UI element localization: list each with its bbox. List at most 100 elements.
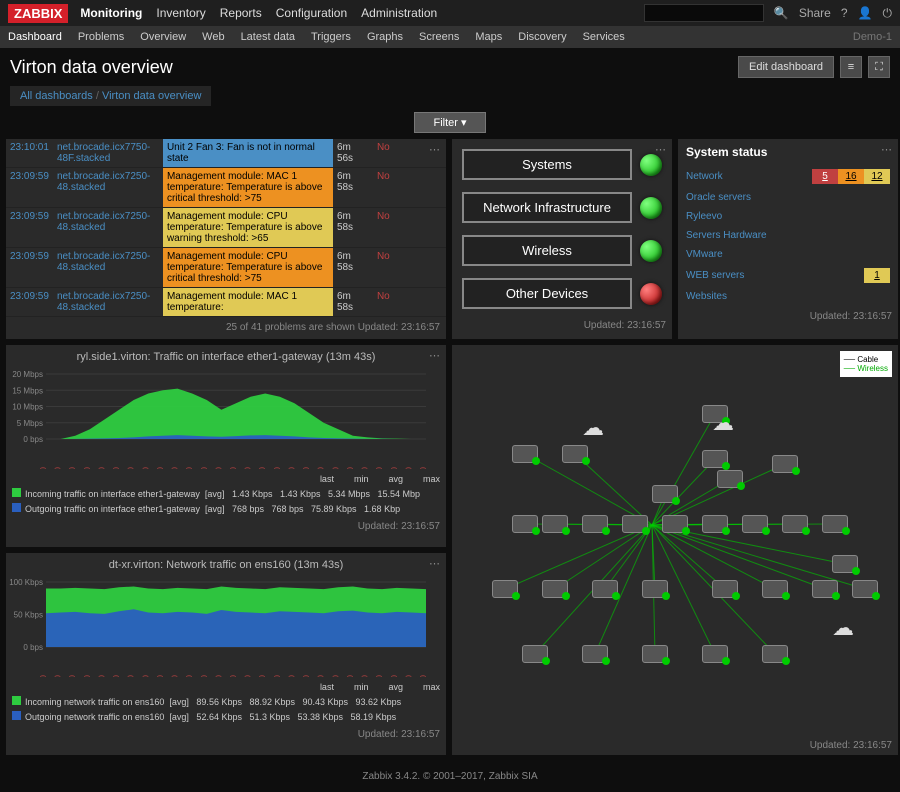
status-led-icon [640,283,662,305]
node-status-icon [512,592,520,600]
sec-services[interactable]: Services [583,31,625,43]
node-status-icon [582,457,590,465]
nav-inventory[interactable]: Inventory [156,6,205,20]
logo[interactable]: ZABBIX [8,4,68,23]
svg-text:15:55:00: 15:55:00 [112,674,121,677]
system-status-row[interactable]: VMware [678,245,898,264]
sec-latestdata[interactable]: Latest data [241,31,295,43]
crumb-current[interactable]: Virton data overview [102,90,201,102]
status-badge[interactable]: 5 [812,169,838,184]
svg-text:20 Mbps: 20 Mbps [12,370,43,379]
chart1-plot: 0 bps5 Mbps10 Mbps15 Mbps20 Mbps12:25:30… [6,369,436,469]
chart2-plot: 0 bps50 Kbps100 Kbps12:25:3015:53:0015:5… [6,577,436,677]
sec-maps[interactable]: Maps [475,31,502,43]
node-status-icon [642,527,650,535]
system-status-widget: ⋯ System status Network51612Oracle serve… [678,139,898,339]
node-status-icon [722,657,730,665]
crumb-all[interactable]: All dashboards [20,90,93,102]
system-status-row[interactable]: Network51612 [678,165,898,188]
category-button[interactable]: Systems [462,149,632,180]
status-badge[interactable]: 16 [838,169,864,184]
category-button[interactable]: Network Infrastructure [462,192,632,223]
system-status-row[interactable]: Oracle servers [678,188,898,207]
svg-text:16:00:30: 16:00:30 [273,674,282,677]
nav-administration[interactable]: Administration [361,6,437,20]
svg-text:16:00:30: 16:00:30 [273,466,282,469]
sec-graphs[interactable]: Graphs [367,31,403,43]
nav-configuration[interactable]: Configuration [276,6,347,20]
search-icon[interactable]: 🔍 [774,6,789,20]
sec-dashboard[interactable]: Dashboard [8,31,62,43]
help-icon[interactable]: ? [841,6,848,20]
sec-triggers[interactable]: Triggers [311,31,351,43]
power-icon[interactable]: ⏻ [883,6,893,21]
node-status-icon [802,527,810,535]
sec-web[interactable]: Web [202,31,224,43]
widget-menu-icon[interactable]: ⋯ [429,557,440,570]
list-view-icon[interactable]: ≡ [840,56,862,78]
svg-text:15:59:00: 15:59:00 [229,466,238,469]
topnav: Monitoring Inventory Reports Configurati… [80,6,437,20]
node-status-icon [852,567,860,575]
svg-text:15:57:00: 15:57:00 [171,674,180,677]
nav-reports[interactable]: Reports [220,6,262,20]
problem-row[interactable]: 23:09:59 net.brocade.icx7250-48.stacked … [6,208,446,248]
sec-discovery[interactable]: Discovery [518,31,566,43]
svg-text:15:56:00: 15:56:00 [141,674,150,677]
fullscreen-icon[interactable]: ⛶ [868,56,890,78]
network-map[interactable]: ── Cable ── Wireless ☁ ☁ ☁ [452,345,898,735]
problem-row[interactable]: 23:09:59 net.brocade.icx7250-48.stacked … [6,288,446,317]
svg-text:16:00:00: 16:00:00 [258,466,267,469]
breadcrumb: All dashboards / Virton data overview [10,86,211,106]
user-icon[interactable]: 👤 [858,6,873,20]
cloud-icon: ☁ [712,410,734,436]
widget-menu-icon[interactable]: ⋯ [881,143,892,156]
topbar: ZABBIX Monitoring Inventory Reports Conf… [0,0,900,26]
chart1-stats-header: lastminavgmax [6,472,446,486]
system-status-row[interactable]: WEB servers1 [678,264,898,287]
system-status-row[interactable]: Ryleevo [678,207,898,226]
node-status-icon [737,482,745,490]
category-footer: Updated: 23:16:57 [452,315,672,335]
problems-footer: 25 of 41 problems are shown Updated: 23:… [6,317,446,337]
svg-text:15:59:30: 15:59:30 [244,674,253,677]
svg-text:12:25:30: 12:25:30 [39,674,48,677]
chart2-footer: Updated: 23:16:57 [6,724,446,744]
cloud-icon: ☁ [582,415,604,441]
system-status-row[interactable]: Websites [678,287,898,306]
svg-text:16:02:30: 16:02:30 [331,466,340,469]
node-status-icon [832,592,840,600]
node-status-icon [542,657,550,665]
system-status-row[interactable]: Servers Hardware [678,226,898,245]
system-status-footer: Updated: 23:16:57 [678,306,898,326]
svg-text:16:05:30: 16:05:30 [419,674,428,677]
category-button[interactable]: Other Devices [462,278,632,309]
sec-problems[interactable]: Problems [78,31,124,43]
widget-menu-icon[interactable]: ⋯ [429,349,440,362]
chart2-stats-header: lastminavgmax [6,680,446,694]
problem-row[interactable]: 23:10:01 net.brocade.icx7750-48F.stacked… [6,139,446,168]
search-input[interactable] [644,4,764,22]
map-footer: Updated: 23:16:57 [452,735,898,755]
edit-dashboard-button[interactable]: Edit dashboard [738,56,834,78]
svg-text:16:05:30: 16:05:30 [419,466,428,469]
widget-menu-icon[interactable]: ⋯ [429,143,440,156]
node-status-icon [562,527,570,535]
problem-row[interactable]: 23:09:59 net.brocade.icx7250-48.stacked … [6,168,446,208]
chart1-footer: Updated: 23:16:57 [6,516,446,536]
category-button[interactable]: Wireless [462,235,632,266]
svg-text:15:55:30: 15:55:30 [127,674,136,677]
sec-screens[interactable]: Screens [419,31,459,43]
svg-text:16:03:00: 16:03:00 [346,466,355,469]
status-led-icon [640,197,662,219]
widget-menu-icon[interactable]: ⋯ [655,143,666,156]
svg-text:15:56:00: 15:56:00 [141,466,150,469]
filter-button[interactable]: Filter ▾ [414,112,485,133]
status-badge[interactable]: 12 [864,169,890,184]
status-badge[interactable]: 1 [864,268,890,283]
sec-overview[interactable]: Overview [140,31,186,43]
category-row: Network Infrastructure [452,186,672,229]
share-button[interactable]: Share [799,6,831,20]
nav-monitoring[interactable]: Monitoring [80,6,142,20]
problem-row[interactable]: 23:09:59 net.brocade.icx7250-48.stacked … [6,248,446,288]
